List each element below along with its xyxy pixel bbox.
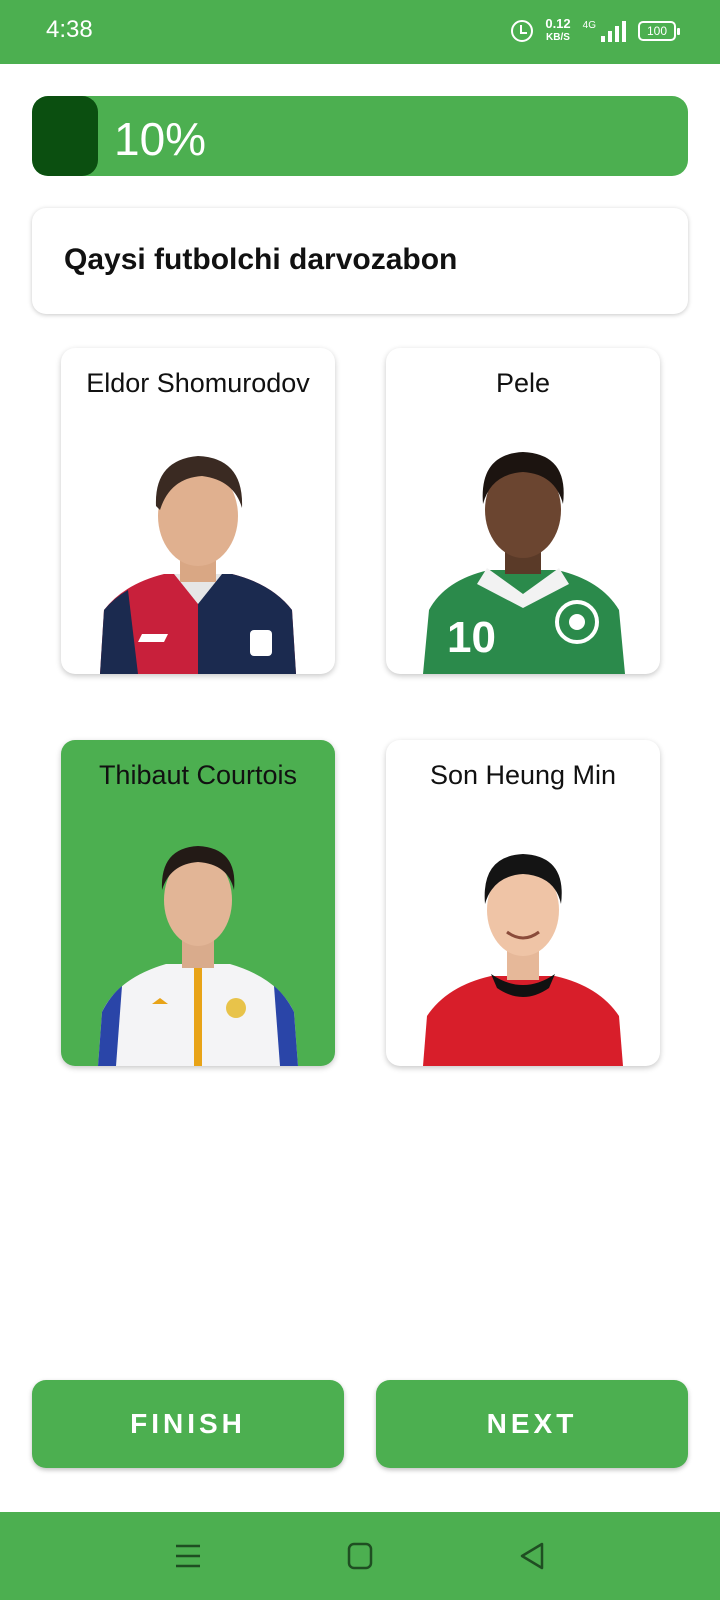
question-text: Qaysi futbolchi darvozabon: [64, 243, 458, 276]
network-type: 4G: [582, 20, 596, 31]
menu-icon[interactable]: [168, 1538, 208, 1574]
player-photo: [94, 434, 302, 674]
status-bar: 4:38 0.12 KB/S 4G 100: [0, 0, 720, 64]
back-icon[interactable]: [512, 1538, 552, 1574]
option-name: Son Heung Min: [429, 760, 617, 790]
option-name: Thibaut Courtois: [98, 760, 298, 790]
progress-label: 10%: [114, 113, 207, 165]
next-button[interactable]: NEXT: [376, 1380, 688, 1468]
option-name: Pele: [495, 368, 551, 398]
option-card-pele[interactable]: Pele 10: [386, 348, 660, 674]
option-card-son-heung-min[interactable]: Son Heung Min: [386, 740, 660, 1066]
option-name: Eldor Shomurodov: [86, 368, 310, 398]
finish-button[interactable]: FINISH: [32, 1380, 344, 1468]
player-photo: 10: [419, 434, 627, 674]
svg-text:10: 10: [447, 613, 496, 662]
home-icon[interactable]: [340, 1538, 380, 1574]
option-card-thibaut-courtois[interactable]: Thibaut Courtois: [61, 740, 335, 1066]
network-speed: 0.12 KB/S: [545, 16, 571, 44]
status-icons: 0.12 KB/S 4G 100: [511, 16, 680, 44]
speed-value: 0.12: [545, 16, 571, 31]
signal-icon: 4G: [583, 20, 626, 42]
progress-fill: [32, 96, 98, 176]
navigation-bar: [0, 1512, 720, 1600]
player-photo: [419, 826, 627, 1066]
player-photo: [94, 826, 302, 1066]
progress-bar: 10%: [32, 96, 688, 176]
question-card: Qaysi futbolchi darvozabon: [32, 208, 688, 314]
option-card-eldor-shomurodov[interactable]: Eldor Shomurodov: [61, 348, 335, 674]
speed-unit: KB/S: [546, 32, 570, 43]
alarm-icon: [511, 20, 534, 42]
battery-icon: 100: [638, 21, 680, 41]
status-time: 4:38: [46, 16, 93, 43]
